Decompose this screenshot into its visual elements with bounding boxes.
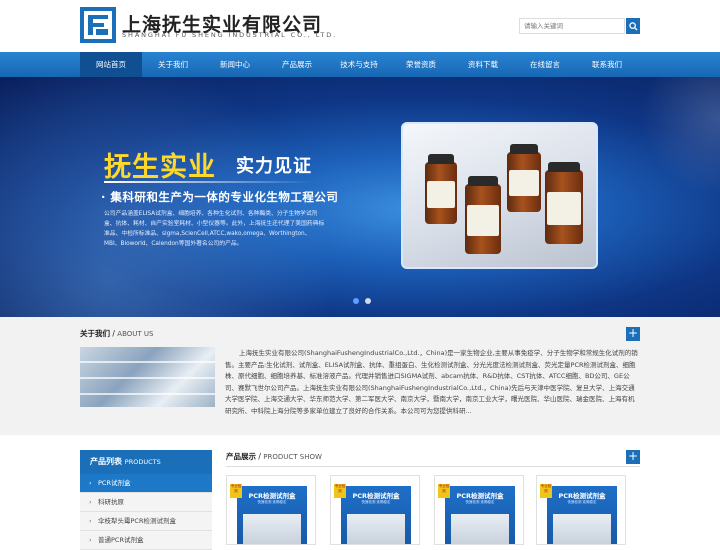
- hero-banner[interactable]: 抚生实业 实力见证 · 集科研和生产为一体的专业化生物工程公司 公司产品涵盖EL…: [0, 77, 720, 317]
- about-title-cn: 关于我们: [80, 329, 110, 338]
- product-title-cn: 产品展示: [226, 452, 256, 461]
- product-image: PCR检测试剂盒 快速检测 准确稳定: [547, 486, 617, 544]
- sidebar-item-general-pcr[interactable]: 普通PCR试剂盒: [80, 531, 212, 550]
- nav-honors[interactable]: 荣誉资质: [390, 52, 452, 77]
- banner-headline-suffix: 实力见证: [236, 156, 312, 177]
- product-title-en: PRODUCT SHOW: [263, 453, 322, 461]
- nav-message[interactable]: 在线留言: [514, 52, 576, 77]
- nav-home[interactable]: 网站首页: [80, 52, 142, 77]
- nav-tech-support[interactable]: 技术与支持: [328, 52, 390, 77]
- carousel-dots: [353, 298, 371, 304]
- product-sidebar: 产品列表 PRODUCTS PCR试剂盒 科研抗原 伞枝犁头霉PCR检测试剂盒 …: [80, 450, 212, 550]
- search-icon: [628, 21, 638, 31]
- product-box-subtitle: 快速检测 准确稳定: [257, 500, 287, 504]
- product-box-subtitle: 快速检测 准确稳定: [361, 500, 391, 504]
- search-input[interactable]: [519, 18, 625, 34]
- products-more-button[interactable]: +: [626, 450, 640, 464]
- sidebar-title-en: PRODUCTS: [124, 458, 161, 466]
- sidebar-title-cn: 产品列表: [90, 457, 122, 466]
- carousel-dot-2[interactable]: [365, 298, 371, 304]
- reagent-vial: [507, 144, 541, 212]
- product-card[interactable]: PCR检测试剂盒 快速检测 准确稳定 专业检测: [226, 475, 316, 545]
- product-tag: 专业检测: [438, 484, 450, 498]
- reagent-vial: [545, 162, 583, 244]
- logo-mark-icon: [84, 11, 112, 39]
- product-card[interactable]: PCR检测试剂盒 快速检测 准确稳定 专业检测: [434, 475, 524, 545]
- product-box-subtitle: 快速检测 准确稳定: [567, 500, 597, 504]
- about-more-button[interactable]: +: [626, 327, 640, 341]
- product-box-title: PCR检测试剂盒: [352, 492, 400, 500]
- nav-news[interactable]: 新闻中心: [204, 52, 266, 77]
- about-description: 上海抚生实业有限公司(ShanghaiFushengIndustrialCo.,…: [225, 349, 638, 415]
- nav-contact[interactable]: 联系我们: [576, 52, 638, 77]
- product-image: PCR检测试剂盒 快速检测 准确稳定: [341, 486, 411, 544]
- about-title-en: ABOUT US: [117, 330, 154, 338]
- product-image: PCR检测试剂盒 快速检测 准确稳定: [445, 486, 515, 544]
- product-card[interactable]: PCR检测试剂盒 快速检测 准确稳定 专业检测: [330, 475, 420, 545]
- company-name-en: SHANGHAI FU SHENG INDUSTRIAL CO., LTD.: [122, 31, 338, 39]
- product-box-title: PCR检测试剂盒: [558, 492, 606, 500]
- product-box-title: PCR检测试剂盒: [248, 492, 296, 500]
- product-image: PCR检测试剂盒 快速检测 准确稳定: [237, 486, 307, 544]
- about-title: 关于我们 / ABOUT US: [80, 329, 154, 338]
- carousel-dot-1[interactable]: [353, 298, 359, 304]
- product-card[interactable]: PCR检测试剂盒 快速检测 准确稳定 专业检测: [536, 475, 626, 545]
- sidebar-item-pcr-kit[interactable]: PCR试剂盒: [80, 474, 212, 493]
- product-tag: 专业检测: [230, 484, 242, 498]
- nav-downloads[interactable]: 资料下载: [452, 52, 514, 77]
- section-divider: [226, 466, 640, 467]
- sidebar-header: 产品列表 PRODUCTS: [80, 450, 212, 474]
- about-section: 关于我们 / ABOUT US + 上海抚生实业有限公司(ShanghaiFus…: [0, 317, 720, 435]
- product-box-title: PCR检测试剂盒: [456, 492, 504, 500]
- product-box-subtitle: 快速检测 准确稳定: [465, 500, 495, 504]
- banner-subline: · 集科研和生产为一体的专业化生物工程公司: [101, 190, 339, 204]
- sidebar-item-pcr-detection[interactable]: 伞枝犁头霉PCR检测试剂盒: [80, 512, 212, 531]
- banner-description: 公司产品涵盖ELISA试剂盒、细胞培养、各种生化试剂、各种酶类、分子生物学试剂盒…: [104, 211, 325, 247]
- site-header: 上海抚生实业有限公司 SHANGHAI FU SHENG INDUSTRIAL …: [0, 0, 720, 52]
- banner-headline: 抚生实业: [104, 152, 216, 183]
- nav-about[interactable]: 关于我们: [142, 52, 204, 77]
- product-show-title: 产品展示 / PRODUCT SHOW: [226, 452, 322, 461]
- banner-divider: [104, 181, 314, 183]
- search-button[interactable]: [626, 18, 640, 34]
- sidebar-item-antigen[interactable]: 科研抗原: [80, 493, 212, 512]
- reagent-vial: [425, 154, 457, 224]
- reagent-vial: [465, 176, 501, 254]
- product-tag: 专业检测: [334, 484, 346, 498]
- company-logo[interactable]: [80, 7, 116, 43]
- about-text-block: 上海抚生实业有限公司(ShanghaiFushengIndustrialCo.,…: [80, 348, 640, 418]
- main-nav: 网站首页 关于我们 新闻中心 产品展示 技术与支持 荣誉资质 资料下载 在线留言…: [0, 52, 720, 77]
- product-tag: 专业检测: [540, 484, 552, 498]
- banner-product-photo: [401, 122, 598, 269]
- nav-products[interactable]: 产品展示: [266, 52, 328, 77]
